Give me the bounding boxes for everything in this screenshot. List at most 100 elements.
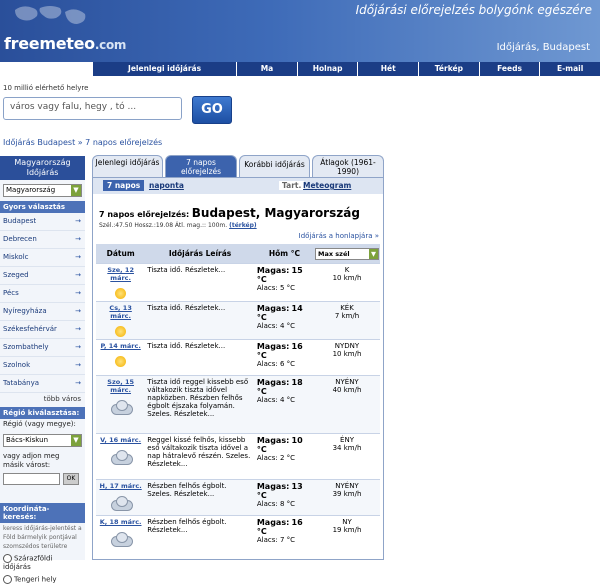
date-cell: H, 17 márc.: [96, 479, 146, 516]
forecast-label: 7 napos előrejelzés:: [99, 210, 190, 219]
day-link[interactable]: V, 16 márc.: [98, 436, 143, 444]
wind-select[interactable]: Max szél ▼: [315, 247, 379, 260]
col-temp: Hőm °C: [254, 244, 314, 264]
tab-averages[interactable]: Átlagok (1961-1990): [312, 155, 384, 177]
subtab-daily[interactable]: naponta: [149, 181, 184, 190]
temp-cell: Magas: 14 °C Alacs: 4 °C: [254, 301, 314, 340]
temp-cell: Magas: 18 °C Alacs: 4 °C: [254, 375, 314, 434]
table-row: P, 14 márc. Tiszta idő. Részletek... Magas…: [96, 339, 380, 376]
tab-bar: Jelenlegi időjárás 7 napos előrejelzés K…: [92, 155, 384, 177]
day-link[interactable]: Cs, 13 márc.: [98, 304, 143, 320]
main-nav: Jelenlegi időjárás Ma Holnap Hét Térkép …: [93, 62, 600, 76]
day-link[interactable]: K, 18 márc.: [98, 518, 143, 526]
nav-week[interactable]: Hét: [357, 62, 418, 76]
desc-cell: Reggel kissé felhős, kissebb eső váltako…: [145, 433, 255, 480]
desc-cell: Tiszta idő reggel kissebb eső váltakozik…: [145, 375, 255, 434]
search-input[interactable]: város vagy falu, hegy , tó ...: [3, 97, 182, 120]
chevron-down-icon: ▼: [71, 435, 81, 446]
tab-current[interactable]: Jelenlegi időjárás: [92, 155, 163, 177]
temp-cell: Magas: 13 °C Alacs: 8 °C: [254, 479, 314, 516]
city-item-tatabanya[interactable]: Tatabánya →: [0, 375, 85, 393]
freemeteo-logo[interactable]: freemeteo.com: [4, 34, 126, 53]
table-row: Szo, 15 márc. Tiszta idő reggel kissebb e…: [96, 375, 380, 434]
date-cell: Cs, 13 márc.: [96, 301, 146, 340]
city-item-szekesfehervar[interactable]: Székesfehérvár →: [0, 321, 85, 339]
cloud-icon: [110, 450, 133, 465]
city-item-pecs[interactable]: Pécs →: [0, 285, 85, 303]
day-link[interactable]: Szo, 15 márc.: [98, 378, 143, 394]
day-link[interactable]: H, 17 márc.: [98, 482, 143, 490]
city-input[interactable]: [3, 473, 60, 485]
subtab-7day[interactable]: 7 napos: [103, 180, 145, 191]
city-item-debrecen[interactable]: Debrecen →: [0, 231, 85, 249]
nav-email[interactable]: E-mail: [539, 62, 600, 76]
tab-7day[interactable]: 7 napos előrejelzés: [165, 155, 237, 177]
desc-cell: Részben felhős égbolt. Részletek...: [145, 515, 255, 552]
breadcrumb[interactable]: Időjárás Budapest » 7 napos előrejelzés: [3, 138, 162, 147]
sun-icon: [115, 288, 127, 299]
arrow-icon: →: [75, 217, 81, 225]
city-input-label: vagy adjon meg másik várost:: [3, 452, 60, 469]
cloud-icon: [110, 400, 133, 415]
region-title: Régió kiválasztása:: [0, 407, 85, 419]
region-select[interactable]: Bács-Kiskun ▼: [3, 434, 82, 447]
table-row: Sze, 12 márc. Tiszta idő. Részletek... Mag…: [96, 263, 380, 302]
wind-cell: NYÉNY 39 km/h: [314, 479, 380, 516]
nav-today[interactable]: Ma: [236, 62, 297, 76]
city-item-szombathely[interactable]: Szombathely →: [0, 339, 85, 357]
sun-icon: [115, 326, 127, 337]
city-list: Budapest → Debrecen → Miskolc → Szeged → Péc…: [0, 213, 85, 393]
day-link[interactable]: Sze, 12 márc.: [98, 266, 143, 282]
col-desc: Időjárás Leírás: [145, 244, 255, 264]
subtab-meteogram[interactable]: Meteogram: [303, 181, 351, 190]
tab-history[interactable]: Korábbi időjárás: [239, 155, 310, 177]
desc-cell: Részben felhős égbolt. Szeles. Részletek…: [145, 479, 255, 516]
table-row: Cs, 13 márc. Tiszta idő. Részletek... Maga…: [96, 301, 380, 340]
sidebar: Magyarország Időjárás Magyarország ▼ Gyo…: [0, 156, 85, 584]
city-item-szeged[interactable]: Szeged →: [0, 267, 85, 285]
go-button[interactable]: GO: [192, 96, 232, 124]
arrow-icon: →: [75, 361, 81, 369]
date-cell: Szo, 15 márc.: [96, 375, 146, 434]
map-link[interactable]: (térkép): [229, 222, 257, 229]
cloud-icon: [110, 532, 133, 547]
nav-map[interactable]: Térkép: [418, 62, 479, 76]
logo-domain: .com: [94, 38, 127, 52]
city-item-nyiregyhaza[interactable]: Nyíregyháza →: [0, 303, 85, 321]
temp-cell: Magas: 16 °C Alacs: 6 °C: [254, 339, 314, 376]
city-item-miskolc[interactable]: Miskolc →: [0, 249, 85, 267]
forecast-panel: 7 napos naponta Tart. Meteogram 7 napos …: [92, 177, 384, 560]
arrow-icon: →: [75, 253, 81, 261]
nav-feeds[interactable]: Feeds: [478, 62, 540, 76]
back-to-home-link[interactable]: Időjárás a honlapjára »: [299, 232, 379, 240]
date-cell: P, 14 márc.: [96, 339, 146, 376]
more-cities-link[interactable]: több város: [0, 393, 85, 405]
coord-search-title: Koordináta-keresés:: [0, 503, 85, 523]
radio-icon: [3, 554, 12, 563]
day-link[interactable]: P, 14 márc.: [98, 342, 143, 350]
table-row: K, 18 márc. Részben felhős égbolt. Részle…: [96, 515, 380, 552]
temp-cell: Magas: 10 °C Alacs: 2 °C: [254, 433, 314, 480]
sea-weather-radio[interactable]: Tengeri hely: [0, 573, 85, 586]
arrow-icon: →: [75, 271, 81, 279]
forecast-table: Dátum Időjárás Leírás Hőm °C Max szél ▼ S…: [96, 244, 380, 552]
country-select[interactable]: Magyarország ▼: [3, 184, 82, 197]
radio-icon: [3, 575, 12, 584]
arrow-icon: →: [75, 379, 81, 387]
date-cell: Sze, 12 márc.: [96, 263, 146, 302]
wind-cell: KÉK 7 km/h: [314, 301, 380, 340]
nav-tomorrow[interactable]: Holnap: [296, 62, 358, 76]
temp-cell: Magas: 16 °C Alacs: 7 °C: [254, 515, 314, 552]
wind-cell: NY 19 km/h: [314, 515, 380, 552]
page-subtitle: Időjárás, Budapest: [496, 42, 590, 53]
land-weather-radio[interactable]: Szárazföldi időjárás: [0, 552, 85, 573]
subtab-tart[interactable]: Tart.: [279, 181, 305, 190]
chevron-down-icon: ▼: [369, 248, 378, 259]
nav-current-weather[interactable]: Jelenlegi időjárás: [93, 62, 236, 76]
ok-button[interactable]: OK: [63, 473, 79, 485]
city-item-szolnok[interactable]: Szolnok →: [0, 357, 85, 375]
sun-icon: [115, 356, 127, 367]
desc-cell: Tiszta idő. Részletek...: [145, 263, 255, 302]
country-select-value: Magyarország: [6, 186, 56, 194]
city-item-budapest[interactable]: Budapest →: [0, 213, 85, 231]
